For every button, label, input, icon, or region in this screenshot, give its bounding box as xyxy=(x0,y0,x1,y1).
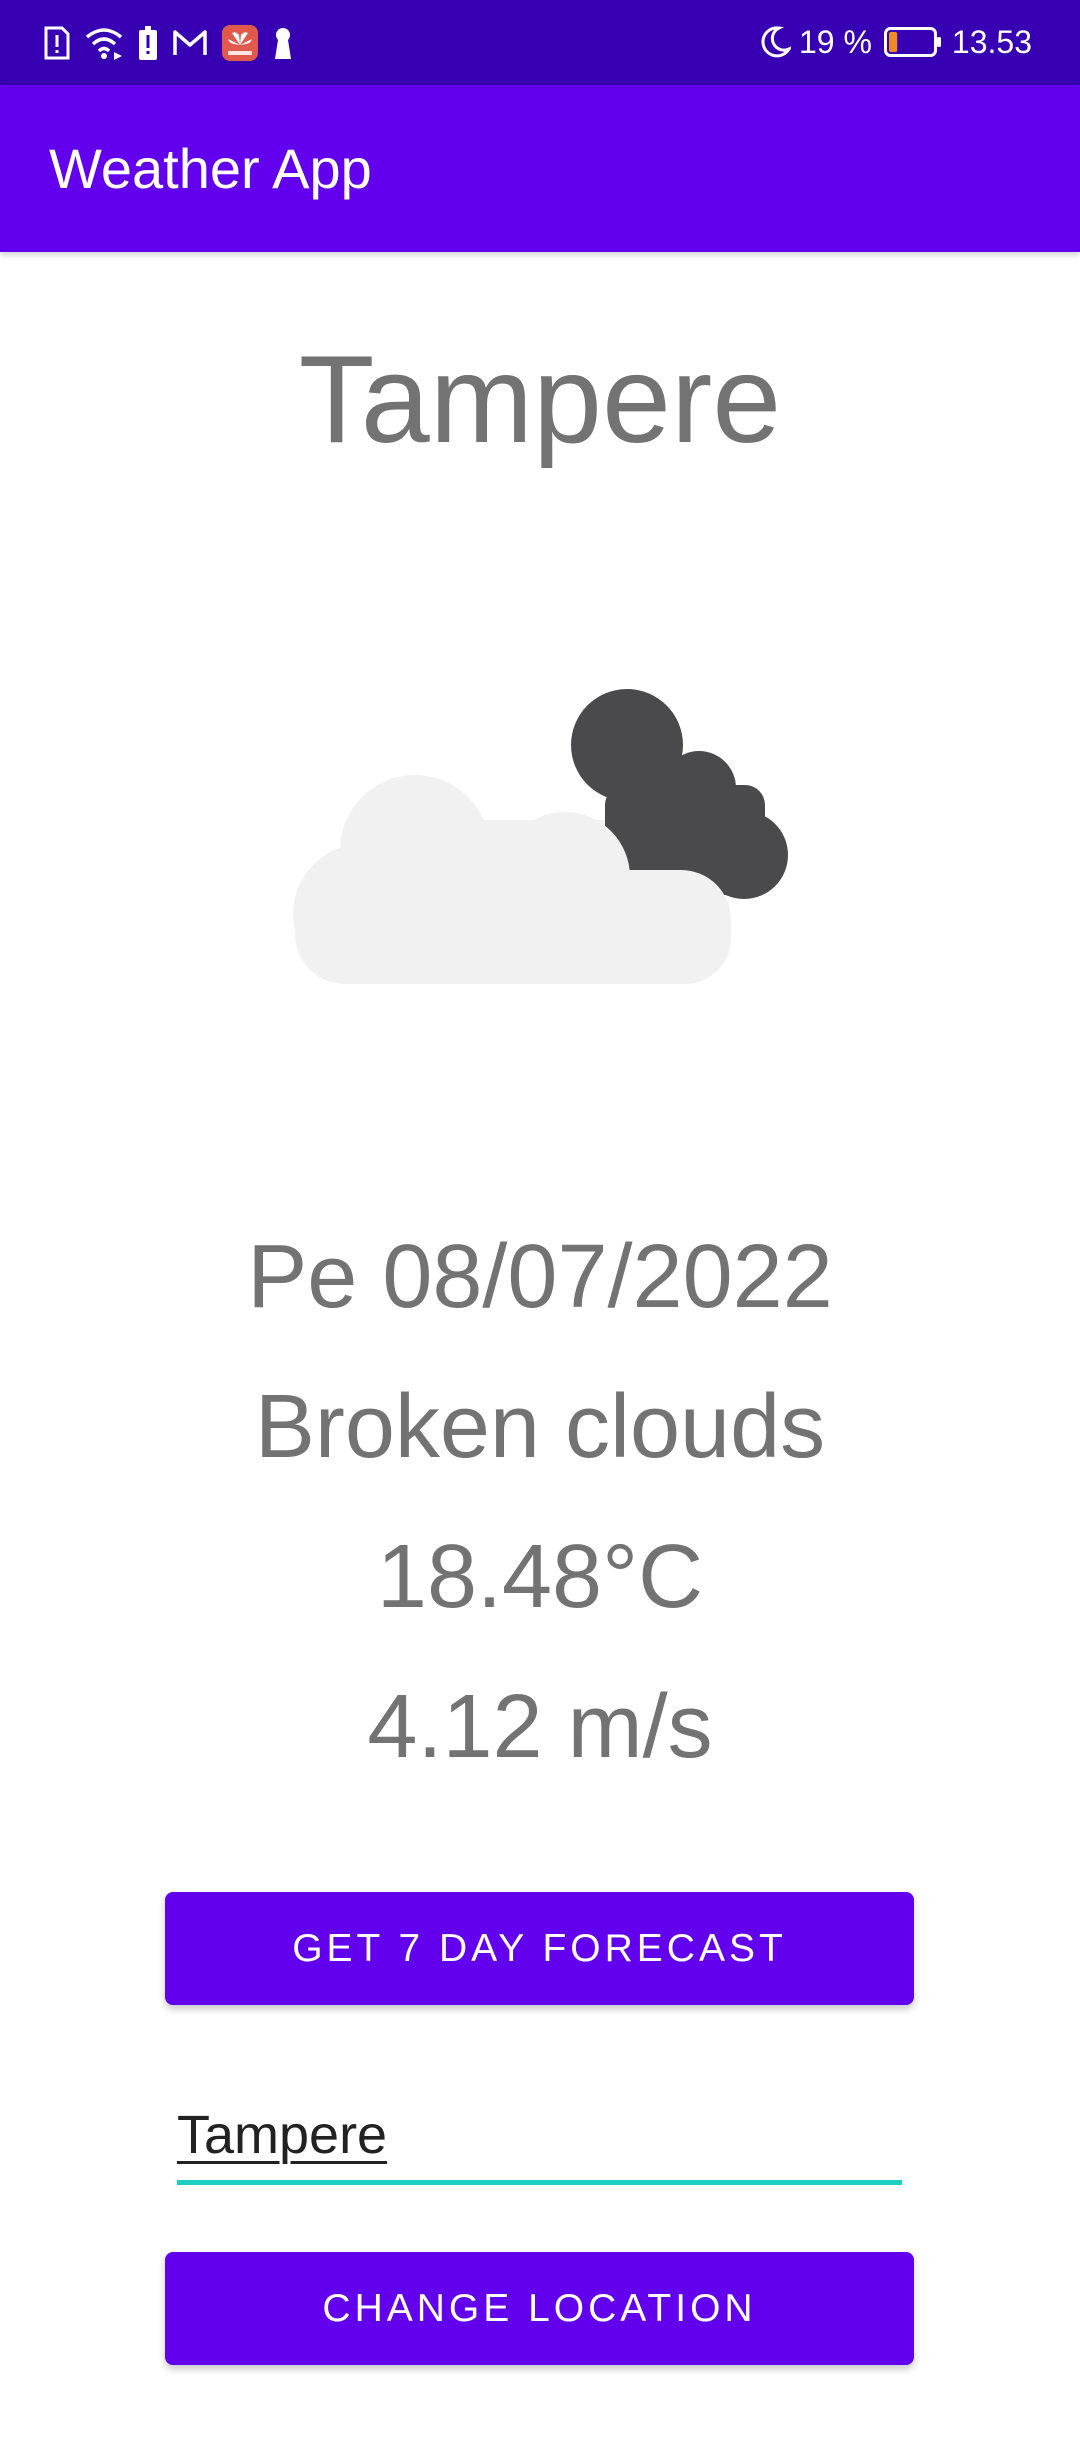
battery-alert-icon xyxy=(138,23,158,63)
wifi-icon xyxy=(84,23,124,63)
status-bar: 19 % 13.53 xyxy=(0,0,1080,85)
temperature: 18.48°C xyxy=(376,1527,704,1627)
wind-speed: 4.12 m/s xyxy=(367,1677,713,1777)
status-time: 13.53 xyxy=(951,23,1032,60)
city-name: Tampere xyxy=(298,331,782,469)
gmail-icon xyxy=(172,23,208,63)
battery-percent: 19 % xyxy=(798,23,872,60)
status-left-icons xyxy=(44,22,294,64)
location-input[interactable] xyxy=(177,2090,902,2185)
huawei-app-icon xyxy=(222,23,258,63)
battery-icon xyxy=(883,27,942,57)
weather-description: Broken clouds xyxy=(254,1377,826,1477)
app-bar: Weather App xyxy=(0,85,1080,252)
get-forecast-button[interactable]: GET 7 DAY FORECAST xyxy=(165,1892,914,2005)
status-right-info: 19 % 13.53 xyxy=(759,20,1032,64)
sim-alert-icon xyxy=(44,23,70,63)
keyhole-icon xyxy=(272,23,294,63)
change-location-button[interactable]: CHANGE LOCATION xyxy=(165,2252,914,2365)
forecast-date: Pe 08/07/2022 xyxy=(247,1227,833,1327)
broken-clouds-icon xyxy=(275,670,815,1020)
moon-icon xyxy=(759,25,791,59)
app-title: Weather App xyxy=(49,137,372,200)
